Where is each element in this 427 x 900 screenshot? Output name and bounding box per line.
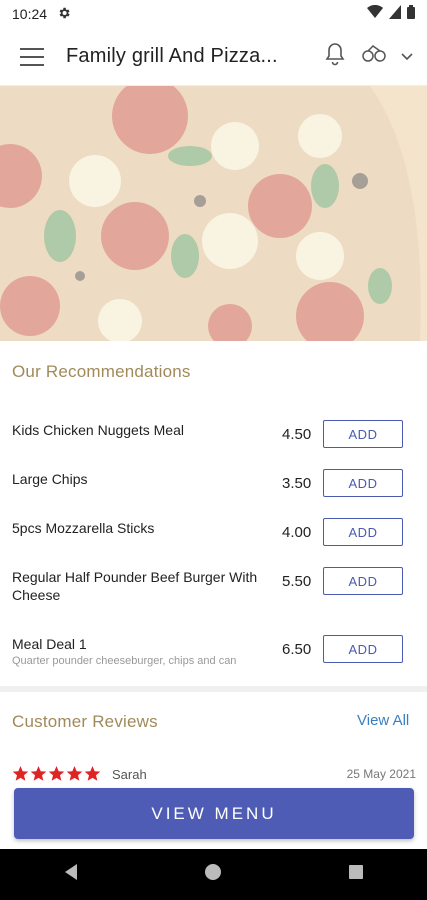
item-name: Large Chips [12,471,88,487]
reviews-title: Customer Reviews [12,712,158,731]
add-button[interactable]: ADD [323,635,403,663]
item-price: 5.50 [282,573,312,590]
star-icon [84,766,101,781]
review-item: Sarah 25 May 2021 [12,764,416,784]
reviewer-name: Sarah [112,766,147,782]
app-bar: Family grill And Pizza... [0,28,427,86]
battery-icon [407,4,415,24]
add-button[interactable]: ADD [323,518,403,546]
review-date: 25 May 2021 [346,767,416,781]
item-description: Quarter pounder cheeseburger, chips and … [12,655,237,667]
star-icon [12,766,29,781]
language-icon[interactable] [361,44,387,69]
wifi-icon [367,4,383,24]
item-price: 4.00 [282,524,312,541]
status-time: 10:24 [12,6,48,22]
star-rating [12,766,101,782]
add-button[interactable]: ADD [323,469,403,497]
item-price: 4.50 [282,426,312,443]
recents-icon[interactable] [348,864,364,885]
home-icon[interactable] [204,863,222,886]
item-name: 5pcs Mozzarella Sticks [12,520,155,536]
status-bar: 10:24 [0,0,427,28]
back-icon[interactable] [63,863,79,886]
star-icon [30,766,47,781]
star-icon [48,766,65,781]
menu-icon[interactable] [20,47,44,66]
signal-icon [389,4,401,24]
star-icon [66,766,83,781]
settings-icon [57,6,71,23]
page-title: Family grill And Pizza... [66,45,278,67]
hero-image [0,86,427,341]
system-nav-bar [0,849,427,900]
recommendations-title: Our Recommendations [12,362,191,381]
view-all-link[interactable]: View All [357,712,409,729]
item-price: 6.50 [282,641,312,658]
add-button[interactable]: ADD [323,420,403,448]
section-divider [0,686,427,692]
item-price: 3.50 [282,475,312,492]
item-name: Regular Half Pounder Beef Burger With Ch… [12,569,258,603]
item-name: Meal Deal 1 [12,636,87,652]
bell-icon[interactable] [323,41,347,72]
item-name: Kids Chicken Nuggets Meal [12,422,184,438]
add-button[interactable]: ADD [323,567,403,595]
view-menu-button[interactable]: VIEW MENU [14,788,414,839]
chevron-down-icon[interactable] [401,48,413,66]
